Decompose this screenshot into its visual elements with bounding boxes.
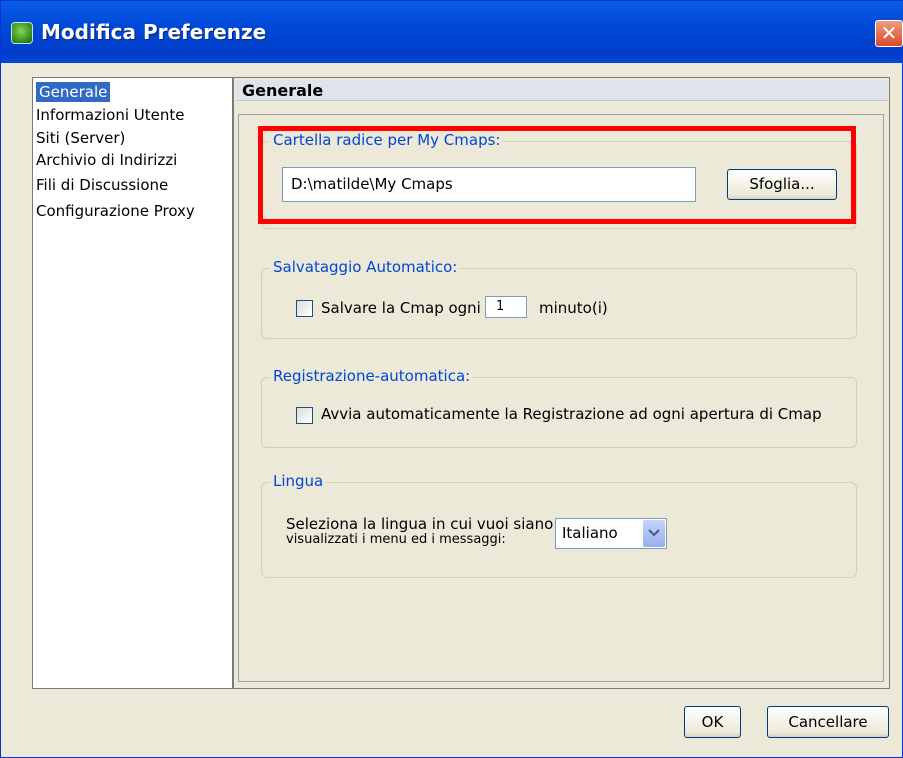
panel-content: Cartella radice per My Cmaps: D:\matilde…	[238, 114, 884, 682]
language-description-line1: Seleziona la lingua in cui vuoi siano	[286, 515, 554, 533]
sidebar-item-siti-server[interactable]: Siti (Server)	[36, 128, 125, 148]
language-group: Lingua Seleziona la lingua in cui vuoi s…	[261, 472, 857, 578]
autosave-minutes-input[interactable]: 1	[485, 296, 527, 318]
root-folder-legend: Cartella radice per My Cmaps:	[270, 131, 504, 149]
autologging-label: Avvia automaticamente la Registrazione a…	[321, 405, 822, 423]
language-select[interactable]: Italiano	[555, 518, 667, 549]
autologging-legend: Registrazione-automatica:	[270, 367, 474, 385]
chevron-down-icon[interactable]	[643, 520, 665, 547]
root-folder-group: Cartella radice per My Cmaps: D:\matilde…	[261, 131, 857, 229]
sidebar-item-archivio-indirizzi[interactable]: Archivio di Indirizzi	[36, 150, 177, 170]
panel-title: Generale	[242, 81, 324, 100]
window-title: Modifica Preferenze	[41, 20, 267, 44]
title-bar[interactable]: Modifica Preferenze ✕	[1, 1, 903, 63]
autosave-checkbox[interactable]	[296, 300, 313, 317]
language-selected-value: Italiano	[562, 524, 618, 542]
close-button[interactable]: ✕	[875, 20, 903, 47]
autosave-legend: Salvataggio Automatico:	[270, 258, 461, 276]
browse-button[interactable]: Sfoglia...	[727, 169, 837, 200]
autosave-group: Salvataggio Automatico: Salvare la Cmap …	[261, 258, 857, 339]
settings-panel: Generale Cartella radice per My Cmaps: D…	[233, 77, 890, 689]
autologging-checkbox[interactable]	[296, 407, 313, 424]
language-legend: Lingua	[270, 472, 327, 490]
ok-button[interactable]: OK	[684, 706, 741, 738]
sidebar-item-informazioni-utente[interactable]: Informazioni Utente	[36, 105, 184, 125]
autosave-label: Salvare la Cmap ogni	[321, 299, 481, 317]
sidebar-nav: Generale Informazioni Utente Siti (Serve…	[32, 77, 233, 689]
sidebar-item-generale[interactable]: Generale	[36, 82, 111, 102]
language-description-line2: visualizzati i menu ed i messaggi:	[286, 532, 506, 547]
panel-header: Generale	[236, 80, 888, 101]
preferences-dialog: Modifica Preferenze ✕ Generale Informazi…	[0, 0, 903, 758]
cmap-icon	[11, 22, 33, 44]
sidebar-item-fili-discussione[interactable]: Fili di Discussione	[36, 175, 168, 195]
autosave-unit-label: minuto(i)	[539, 299, 608, 317]
root-folder-path-input[interactable]: D:\matilde\My Cmaps	[282, 167, 696, 202]
autologging-group: Registrazione-automatica: Avvia automati…	[261, 367, 857, 448]
cancel-button[interactable]: Cancellare	[767, 706, 889, 738]
sidebar-item-configurazione-proxy[interactable]: Configurazione Proxy	[36, 201, 195, 221]
